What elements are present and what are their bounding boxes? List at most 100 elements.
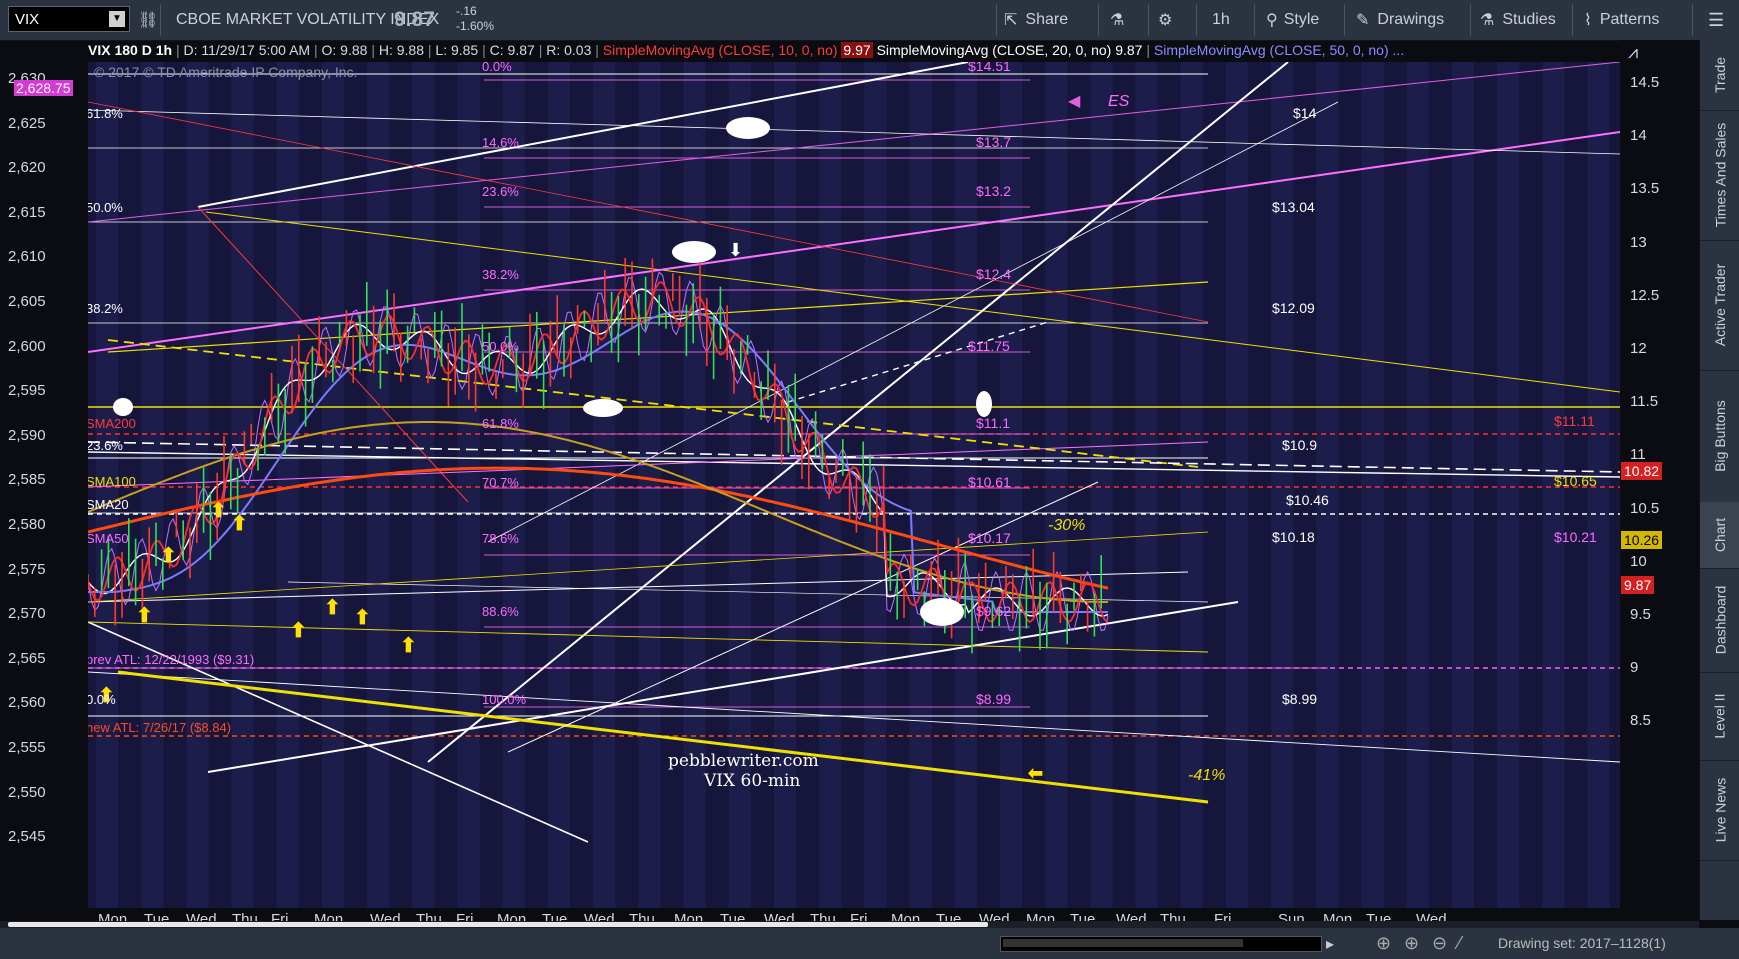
side-tab-dashboard[interactable]: Dashboard [1700, 568, 1739, 673]
horizontal-scrollbar[interactable] [0, 921, 1699, 928]
session-stripe [1406, 62, 1429, 908]
right-axis-tick: 13.5 [1630, 180, 1660, 198]
fib-label: 50.0% [482, 339, 519, 354]
session-stripe [909, 62, 932, 908]
level-label: $10.9 [1282, 437, 1317, 453]
bar-low: L: 9.85 [435, 42, 479, 58]
side-tab-times-and-sales[interactable]: Times And Sales [1700, 110, 1739, 241]
right-level-label: $10.65 [1554, 473, 1597, 489]
studies-button[interactable]: ⚗ Studies [1480, 0, 1556, 40]
right-axis-tick: 12.5 [1630, 286, 1660, 304]
session-stripe [231, 62, 254, 908]
session-stripe [1361, 62, 1384, 908]
up-arrow-marker: ⬆ [400, 635, 417, 657]
session-stripe [1135, 62, 1158, 908]
fib-price-label: $13.7 [976, 134, 1011, 150]
highlight-oval [726, 117, 770, 139]
interval-button[interactable]: 1h [1212, 0, 1230, 40]
left-axis-highlight: 2,628.75 [14, 80, 73, 96]
bar-close: C: 9.87 [489, 42, 535, 58]
link-icon[interactable]: ⛓ [138, 0, 158, 40]
zoom-out-icon[interactable]: ⊖ [1432, 933, 1447, 954]
scroll-right-icon[interactable]: ▸ [1326, 934, 1334, 954]
level-label: $8.99 [1282, 691, 1317, 707]
session-stripe [638, 62, 661, 908]
site-label: pebblewriter.com [668, 751, 819, 771]
menu-icon[interactable]: ☰ [1708, 0, 1724, 40]
left-axis-tick: 2,565 [8, 649, 46, 667]
right-axis-tick: 14 [1630, 127, 1647, 145]
session-stripe [1452, 62, 1474, 908]
new-atl-label: new ATL: 7/26/17 ($8.84) [88, 720, 231, 735]
share-icon: ⇱ [1004, 12, 1018, 29]
session-stripe [1316, 62, 1339, 908]
side-tab-chart[interactable]: Chart [1700, 502, 1739, 569]
up-arrow-marker: ⬆ [136, 605, 153, 627]
fib-label: 70.7% [482, 475, 519, 490]
sma-label: SMA50 [88, 531, 129, 546]
symbol-field[interactable]: VIX ▼ [8, 6, 130, 32]
left-arrow-marker: ⬅ [1027, 763, 1043, 783]
fib-left-label: 61.8% [88, 106, 123, 121]
fib-label: 23.6% [482, 184, 519, 199]
scroll-thumb[interactable] [8, 922, 988, 927]
left-axis-tick: 2,570 [8, 605, 46, 623]
chevron-down-icon[interactable]: ▼ [109, 11, 125, 27]
right-axis-price-tag: 9.87 [1621, 576, 1655, 594]
session-stripe [1090, 62, 1113, 908]
zoom-in-icon[interactable]: ⊕ [1404, 933, 1419, 954]
chart-label: VIX 60-min [703, 771, 800, 791]
bar-date: D: 11/29/17 5:00 AM [183, 42, 311, 58]
level-label: $12.09 [1272, 300, 1315, 316]
fib-price-label: $11.75 [968, 338, 1010, 354]
style-button[interactable]: ⚲ Style [1266, 0, 1319, 40]
left-axis-tick: 2,625 [8, 114, 46, 132]
pct30-label: -30% [1048, 517, 1085, 534]
down-arrow-marker: ⬇ [728, 240, 743, 260]
side-tab-trade[interactable]: Trade [1700, 40, 1739, 111]
level-label: $10.18 [1272, 529, 1315, 545]
copyright: © 2017 © TD Ameritrade IP Company, Inc. [94, 64, 358, 80]
session-stripe [367, 62, 390, 908]
side-tabs: Trade Times And Sales Active Trader Big But… [1699, 40, 1739, 920]
session-stripe [322, 62, 344, 908]
drawings-button[interactable]: ✎ Drawings [1356, 0, 1444, 40]
fib-left-label: 23.6% [88, 438, 123, 453]
up-arrow-marker: ⬆ [231, 513, 248, 535]
right-price-axis[interactable]: ⩘ 14.5 14 13.5 13 12.5 12 11.5 11 10.5 10 9.5 9 8.5 1… [1620, 40, 1699, 908]
right-axis-tick: 13 [1630, 233, 1647, 251]
patterns-button[interactable]: ⌇ Patterns [1584, 0, 1659, 40]
level-label: $13.04 [1272, 199, 1315, 215]
chart-type-icon[interactable]: ⩘ [1628, 42, 1638, 63]
left-axis-tick: 2,585 [8, 471, 46, 489]
right-axis-tick: 10.5 [1630, 499, 1660, 517]
time-scrollbar[interactable] [1000, 936, 1322, 952]
right-axis-tick: 14.5 [1630, 74, 1660, 91]
gear-icon[interactable]: ⚙ [1158, 0, 1172, 40]
right-level-label: $11.11 [1554, 413, 1595, 429]
up-arrow-marker: ⬆ [324, 597, 341, 619]
left-axis-tick: 2,595 [8, 382, 46, 400]
fib-left-label: 38.2% [88, 301, 123, 316]
right-axis-price-tag: 10.82 [1621, 462, 1663, 480]
drawing-set[interactable]: Drawing set: 2017–1128(1) [1498, 935, 1666, 951]
fib-left-label: 0.0% [88, 692, 116, 707]
price-change-pct: -1.60% [456, 19, 495, 33]
fib-price-label: $10.17 [968, 530, 1011, 546]
drawing-tool-icon[interactable]: ⁄ [1458, 933, 1461, 954]
highlight-oval [672, 241, 716, 263]
highlight-oval [976, 391, 992, 417]
side-tab-live-news[interactable]: Live News [1700, 760, 1739, 861]
fib-label: 14.6% [482, 135, 519, 150]
share-button[interactable]: ⇱ Share [1004, 0, 1068, 40]
sma-label: SMA20 [88, 497, 129, 512]
level-label: $14 [1293, 105, 1317, 121]
right-axis-tick: 12 [1630, 340, 1647, 357]
side-tab-active-trader[interactable]: Active Trader [1700, 240, 1739, 371]
study-legend: VIX 180 D 1h | D: 11/29/17 5:00 AM | O: … [88, 42, 1405, 58]
side-tab-level-ii[interactable]: Level II [1700, 672, 1739, 761]
side-tab-big-buttons[interactable]: Big Buttons [1700, 370, 1739, 503]
crosshair-icon[interactable]: ⊕ [1376, 933, 1391, 954]
flask-icon[interactable]: ⚗ [1110, 0, 1124, 40]
price-chart[interactable]: ⬆⬆⬆⬆⬆⬆⬆ ⬆⬆⬇⬅◀ 61.8%50.0%38.2%23.6%0.0%0.0… [88, 62, 1620, 908]
